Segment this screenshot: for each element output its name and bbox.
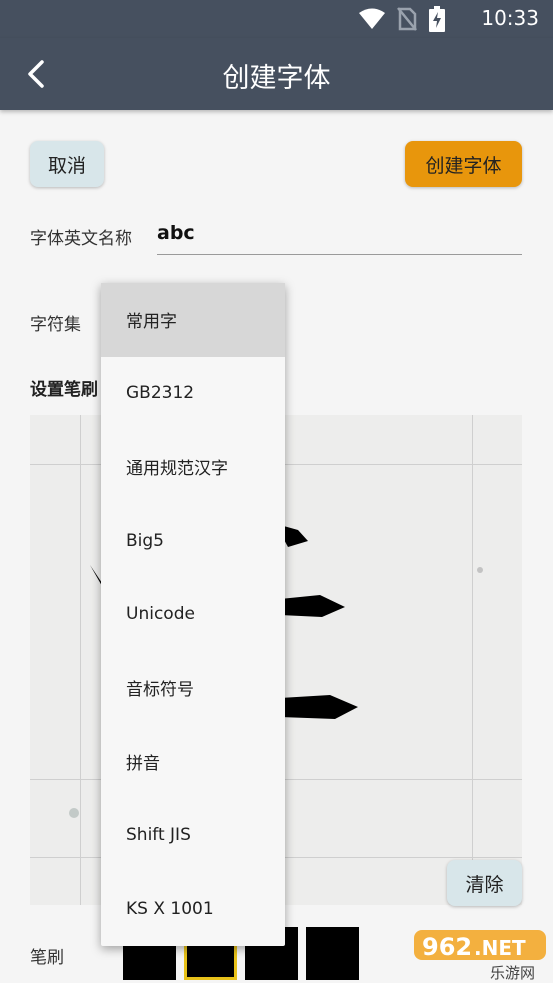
charset-dropdown-menu: 常用字 GB2312 通用规范汉字 Big5 Unicode 音标符号 拼音 S… (101, 283, 285, 946)
font-name-label: 字体英文名称 (30, 229, 132, 249)
status-bar: 10:33 (0, 0, 553, 38)
status-icons (359, 6, 445, 32)
charset-option-gb2312[interactable]: GB2312 (101, 357, 285, 431)
charset-option-pinyin[interactable]: 拼音 (101, 725, 285, 799)
status-time: 10:33 (481, 6, 539, 30)
brush-label: 笔刷 (30, 948, 64, 968)
site-logo-watermark: 962 .NET 乐游网 (414, 930, 546, 980)
cancel-button[interactable]: 取消 (30, 141, 104, 187)
brush-section-title: 设置笔刷 (30, 380, 98, 400)
charset-option-standard-hanzi[interactable]: 通用规范汉字 (101, 430, 285, 504)
charset-option-big5[interactable]: Big5 (101, 504, 285, 578)
battery-charging-icon (429, 6, 445, 32)
wifi-icon (359, 8, 385, 29)
charset-label: 字符集 (30, 315, 81, 335)
svg-text:乐游网: 乐游网 (490, 964, 535, 980)
charset-option-unicode[interactable]: Unicode (101, 577, 285, 651)
charset-option-ks-x-1001[interactable]: KS X 1001 (101, 872, 285, 946)
svg-text:962: 962 (422, 933, 472, 961)
no-sim-icon (397, 7, 417, 31)
app-bar: 创建字体 (0, 38, 553, 110)
page-title: 创建字体 (222, 63, 331, 94)
font-name-input[interactable] (157, 212, 522, 255)
brush-swatch[interactable] (306, 927, 359, 980)
clear-button[interactable]: 清除 (447, 860, 522, 906)
charset-option-phonetic[interactable]: 音标符号 (101, 651, 285, 725)
svg-text:.NET: .NET (474, 936, 526, 960)
charset-option-shift-jis[interactable]: Shift JIS (101, 798, 285, 872)
charset-option-common[interactable]: 常用字 (101, 283, 285, 357)
create-font-button[interactable]: 创建字体 (405, 141, 522, 187)
